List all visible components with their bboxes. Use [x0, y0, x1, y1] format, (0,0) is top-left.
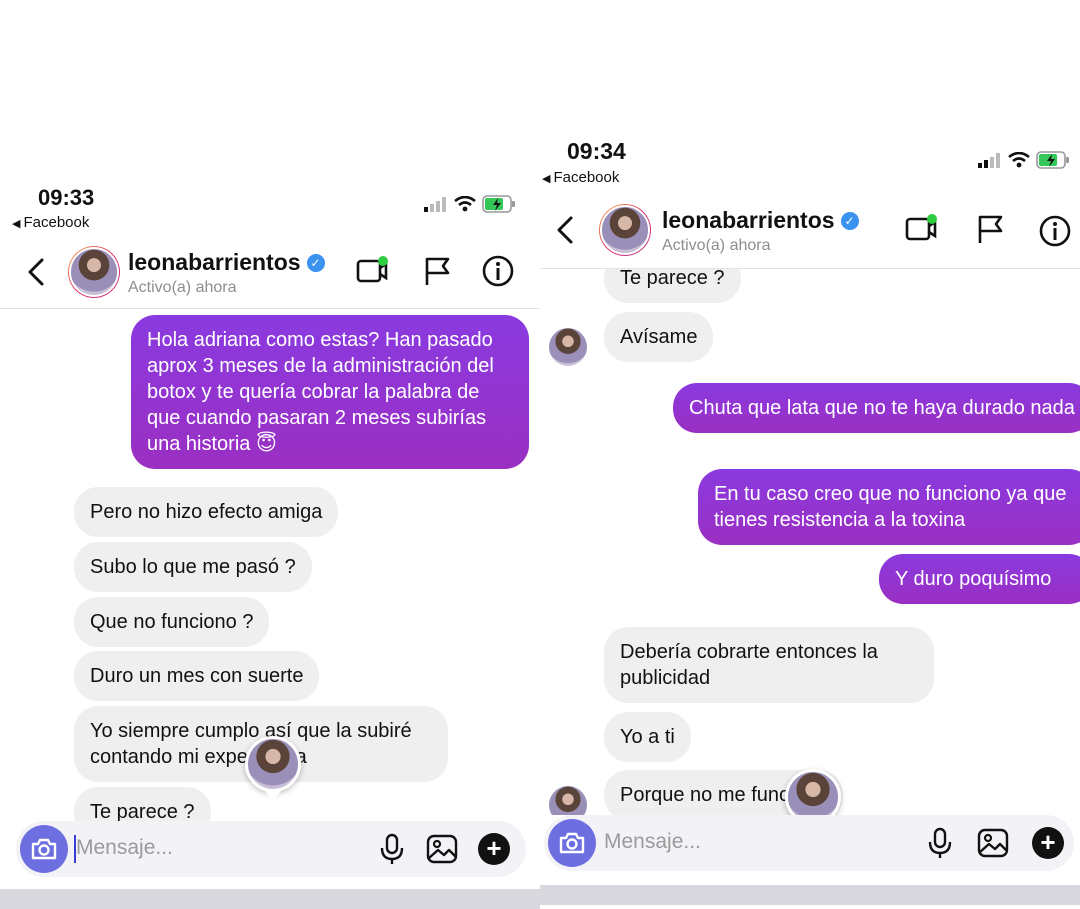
back-to-app-link[interactable]: ◀ Facebook [12, 214, 89, 231]
wifi-icon [1008, 152, 1030, 168]
message-incoming: Debería cobrarte entonces la publicidad [604, 627, 934, 703]
microphone-icon[interactable] [375, 832, 409, 866]
message-incoming: Avísame [604, 312, 714, 362]
username-text: leonabarrientos [128, 249, 301, 275]
message-list: Te parece ? Avísame Chuta que lata que n… [540, 269, 1080, 815]
message-outgoing: Chuta que lata que no te haya durado nad… [673, 383, 1080, 433]
message-incoming: Pero no hizo efecto amiga [74, 487, 339, 537]
status-time: 09:34 [567, 138, 626, 164]
signal-icon [424, 197, 446, 212]
camera-button[interactable] [20, 825, 68, 873]
left-screenshot: 09:33 ◀ Facebook leonabarrientos ✓ Activo(… [0, 0, 540, 909]
status-time: 09:33 [38, 185, 95, 210]
message-incoming: Te parece ? [74, 787, 211, 821]
camera-icon [559, 832, 585, 854]
add-button[interactable]: + [1032, 827, 1064, 859]
message-incoming: Subo lo que me pasó ? [74, 542, 312, 592]
message-incoming: Yo a ti [604, 712, 691, 762]
info-icon[interactable] [1038, 214, 1072, 248]
bottom-bar [0, 889, 540, 909]
profile-avatar[interactable] [599, 204, 651, 256]
battery-icon [1036, 151, 1069, 169]
back-app-label: Facebook [553, 169, 620, 186]
profile-avatar[interactable] [68, 246, 120, 298]
info-icon[interactable] [481, 254, 515, 288]
verified-badge-icon: ✓ [840, 212, 859, 230]
back-triangle-icon: ◀ [12, 218, 21, 230]
chat-header: leonabarrientos ✓ Activo(a) ahora [0, 242, 540, 306]
activity-status: Activo(a) ahora [128, 279, 237, 296]
back-to-app-link[interactable]: ◀ Facebook [542, 169, 619, 186]
gallery-icon[interactable] [976, 826, 1010, 860]
camera-button[interactable] [548, 819, 596, 867]
message-incoming: Duro un mes con suerte [74, 651, 320, 701]
microphone-icon[interactable] [923, 826, 957, 860]
message-outgoing: En tu caso creo que no funciono ya que t… [698, 469, 1080, 545]
back-app-label: Facebook [23, 214, 90, 231]
sender-avatar [549, 328, 587, 366]
activity-status: Activo(a) ahora [662, 237, 771, 254]
back-chevron-icon[interactable] [22, 252, 52, 292]
wifi-icon [454, 196, 476, 212]
message-input[interactable]: Mensaje... [604, 830, 701, 854]
status-icons [424, 195, 516, 213]
video-call-icon[interactable] [904, 212, 938, 246]
flag-icon[interactable] [973, 212, 1007, 246]
username[interactable]: leonabarrientos ✓ [662, 207, 859, 234]
username-text: leonabarrientos [662, 207, 835, 233]
signal-icon [978, 153, 1000, 168]
seen-indicator-avatar [245, 736, 301, 801]
message-list: Hola adriana como estas? Han pasado apro… [0, 309, 540, 821]
message-outgoing: Hola adriana como estas? Han pasado apro… [131, 315, 529, 469]
gallery-icon[interactable] [425, 832, 459, 866]
verified-badge-icon: ✓ [306, 254, 325, 272]
username[interactable]: leonabarrientos ✓ [128, 249, 325, 276]
message-incoming: Te parece ? [604, 269, 741, 303]
flag-icon[interactable] [420, 254, 454, 288]
message-input[interactable]: Mensaje... [76, 836, 173, 860]
bottom-bar [540, 885, 1080, 905]
chat-header: leonabarrientos ✓ Activo(a) ahora [540, 200, 1080, 264]
sender-avatar [549, 786, 587, 815]
message-composer: Mensaje... + [16, 821, 526, 877]
back-chevron-icon[interactable] [551, 210, 581, 250]
message-composer: Mensaje... + [544, 815, 1074, 871]
video-call-icon[interactable] [355, 254, 389, 288]
back-triangle-icon: ◀ [542, 173, 551, 185]
status-icons [978, 151, 1070, 169]
message-incoming: Que no funciono ? [74, 597, 270, 647]
battery-icon [482, 195, 515, 213]
add-button[interactable]: + [478, 833, 510, 865]
camera-icon [31, 838, 57, 860]
right-screenshot: 09:34 ◀ Facebook leonabarrientos ✓ Activo(… [540, 0, 1080, 909]
message-outgoing: Y duro poquísimo [879, 554, 1080, 604]
